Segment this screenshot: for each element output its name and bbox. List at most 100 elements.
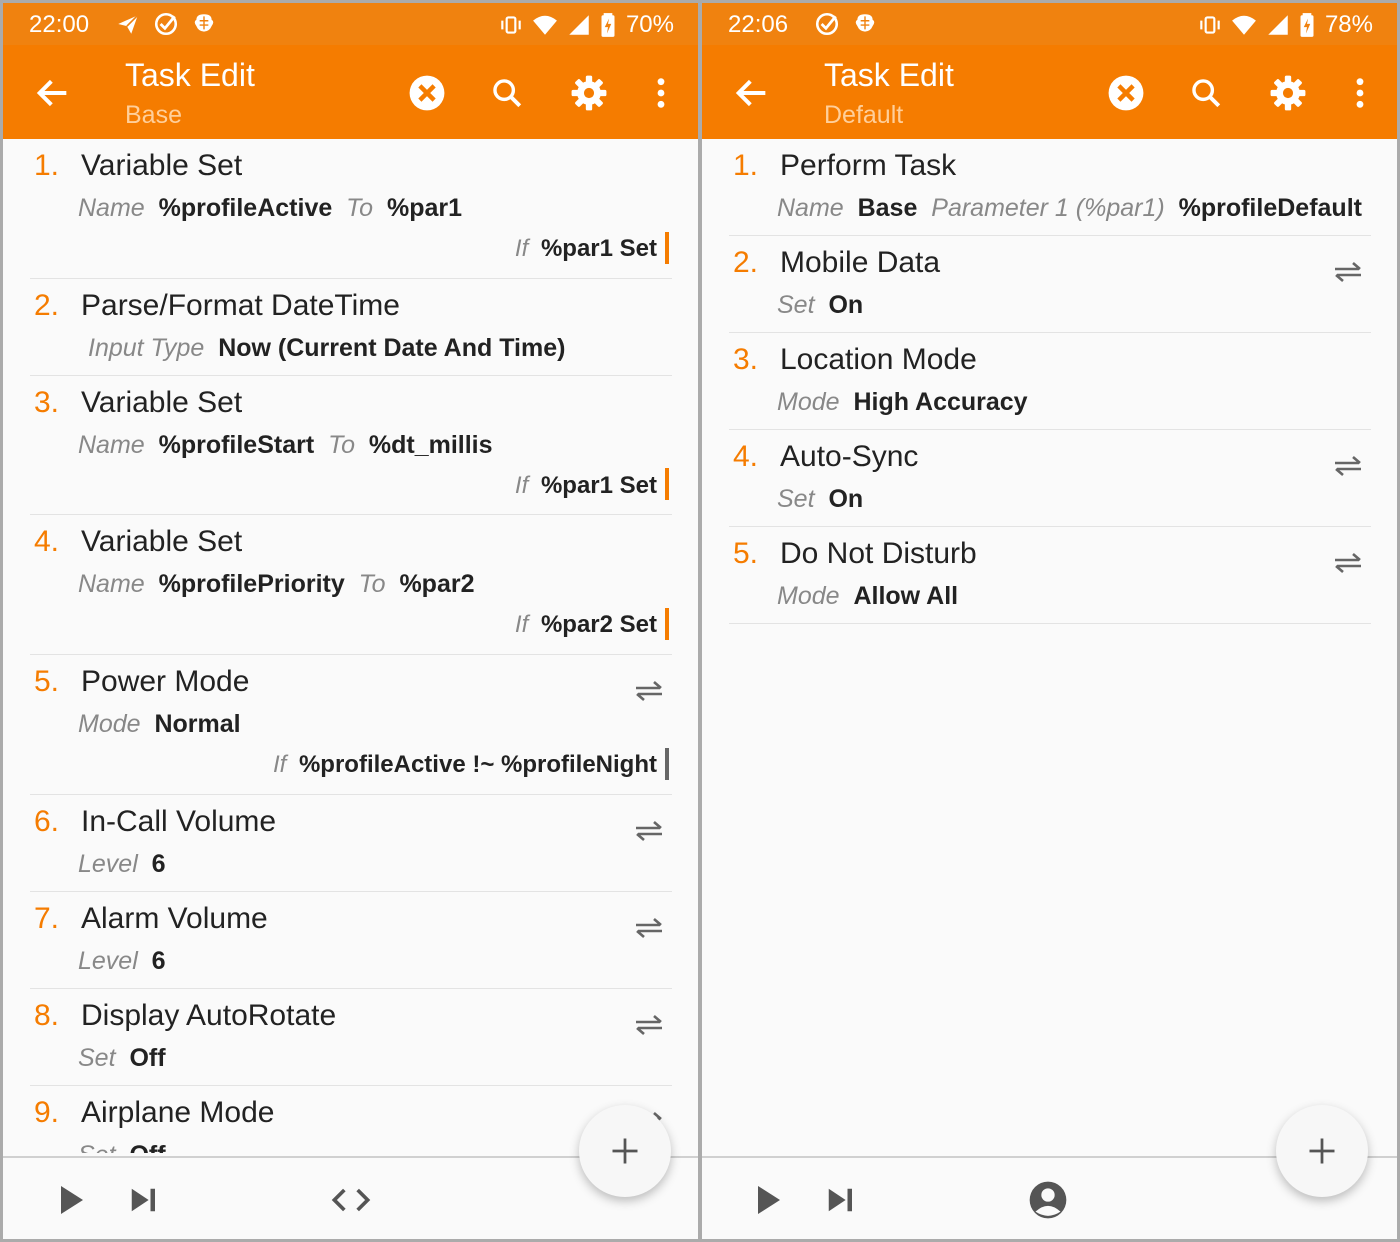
code-button[interactable] bbox=[331, 1180, 371, 1220]
action-number: 6. bbox=[34, 804, 60, 838]
action-item[interactable]: 3. Location Mode Mode High Accuracy bbox=[729, 333, 1371, 430]
add-action-button[interactable] bbox=[1276, 1105, 1368, 1197]
more-vert-icon bbox=[1356, 78, 1364, 108]
step-button[interactable] bbox=[820, 1180, 860, 1220]
action-name: Parse/Format DateTime bbox=[81, 288, 400, 322]
action-number: 9. bbox=[34, 1095, 60, 1129]
action-item[interactable]: 3. Variable Set Name %profileStart To %d… bbox=[30, 376, 672, 516]
action-params: Set Off bbox=[78, 1043, 672, 1073]
if-label: If bbox=[514, 471, 529, 499]
param-key: To bbox=[346, 194, 374, 222]
page-subtitle: Default bbox=[824, 101, 904, 129]
add-action-button[interactable] bbox=[579, 1105, 671, 1197]
swap-icon[interactable] bbox=[1333, 551, 1363, 575]
app-bar: Task Edit Base bbox=[3, 45, 698, 139]
swap-icon[interactable] bbox=[634, 679, 664, 703]
left-screen: 22:00 70% Task Edit Base 1. Variable Set… bbox=[3, 3, 698, 1239]
run-button[interactable] bbox=[748, 1180, 788, 1220]
param-key: To bbox=[358, 570, 386, 599]
action-number: 4. bbox=[34, 525, 60, 559]
wifi-icon bbox=[533, 15, 557, 35]
param-value: %par1 bbox=[386, 194, 463, 222]
param-value: %profileStart bbox=[158, 430, 315, 459]
action-number: 1. bbox=[733, 149, 759, 182]
action-item[interactable]: 2. Parse/Format DateTime Input Type Now … bbox=[30, 279, 672, 376]
back-arrow-icon[interactable] bbox=[732, 73, 772, 113]
status-time: 22:00 bbox=[29, 11, 90, 38]
param-key: Level bbox=[78, 946, 138, 975]
action-params: Set On bbox=[777, 290, 1371, 320]
right-screen: 22:06 78% Task Edit Default 1. Perform T… bbox=[702, 3, 1397, 1239]
action-item[interactable]: 9. Airplane Mode Set Off bbox=[30, 1086, 672, 1153]
search-button[interactable] bbox=[1184, 71, 1228, 115]
param-key: To bbox=[328, 430, 355, 459]
swap-icon[interactable] bbox=[634, 1013, 664, 1037]
condition-text: %profileActive !~ %profileNight bbox=[298, 750, 657, 778]
action-condition: If %profileActive !~ %profileNight bbox=[30, 747, 669, 782]
cancel-button[interactable] bbox=[1104, 71, 1148, 115]
param-value: %dt_millis bbox=[368, 430, 493, 459]
brain-icon bbox=[855, 14, 875, 32]
action-name: Display AutoRotate bbox=[81, 998, 337, 1032]
action-name: Variable Set bbox=[81, 525, 243, 559]
if-label: If bbox=[272, 750, 287, 778]
search-button[interactable] bbox=[485, 71, 529, 115]
swap-icon[interactable] bbox=[634, 819, 664, 843]
close-circle-icon bbox=[1108, 75, 1144, 111]
settings-button[interactable] bbox=[1266, 71, 1310, 115]
param-key: Set bbox=[777, 291, 815, 319]
action-number: 3. bbox=[34, 385, 60, 419]
action-number: 8. bbox=[34, 998, 60, 1032]
action-number: 3. bbox=[733, 343, 759, 376]
action-name: Mobile Data bbox=[780, 246, 941, 279]
action-item[interactable]: 1. Variable Set Name %profileActive To %… bbox=[30, 139, 672, 279]
action-item[interactable]: 5. Do Not Disturb Mode Allow All bbox=[729, 527, 1371, 624]
signal-icon bbox=[569, 15, 589, 35]
status-bar: 22:00 70% bbox=[3, 3, 698, 45]
step-button[interactable] bbox=[123, 1180, 163, 1220]
param-value: %par2 bbox=[399, 570, 475, 599]
run-button[interactable] bbox=[51, 1180, 91, 1220]
cancel-button[interactable] bbox=[405, 71, 449, 115]
action-params: Name %profileStart To %dt_millis bbox=[78, 430, 672, 460]
param-key: Name bbox=[78, 194, 145, 222]
action-number: 5. bbox=[733, 537, 759, 570]
page-subtitle: Base bbox=[125, 101, 182, 129]
param-key: Set bbox=[777, 485, 815, 513]
condition-bar bbox=[665, 468, 669, 501]
if-label: If bbox=[514, 235, 529, 262]
action-item[interactable]: 8. Display AutoRotate Set Off bbox=[30, 989, 672, 1086]
check-circle-icon bbox=[154, 12, 178, 36]
action-item[interactable]: 4. Variable Set Name %profilePriority To… bbox=[30, 515, 672, 655]
swap-icon[interactable] bbox=[1333, 454, 1363, 478]
swap-icon[interactable] bbox=[634, 916, 664, 940]
search-icon bbox=[1192, 79, 1221, 108]
swap-icon[interactable] bbox=[1333, 260, 1363, 284]
back-arrow-icon[interactable] bbox=[33, 73, 73, 113]
overflow-menu-button[interactable] bbox=[1338, 71, 1382, 115]
param-value: Off bbox=[129, 1141, 165, 1153]
step-icon bbox=[131, 1188, 155, 1212]
action-params: Mode Allow All bbox=[777, 581, 1371, 611]
condition-bar bbox=[665, 747, 669, 780]
action-item[interactable]: 1. Perform Task Name Base Parameter 1 (%… bbox=[729, 139, 1371, 236]
signal-icon bbox=[1268, 15, 1288, 35]
wifi-icon bbox=[1232, 15, 1256, 35]
action-params: Set On bbox=[777, 484, 1371, 514]
gear-icon bbox=[571, 75, 607, 111]
action-item[interactable]: 7. Alarm Volume Level 6 bbox=[30, 892, 672, 989]
param-key: Set bbox=[78, 1043, 116, 1072]
action-condition: If %par1 Set bbox=[30, 468, 669, 503]
settings-button[interactable] bbox=[567, 71, 611, 115]
account-button[interactable] bbox=[1028, 1180, 1068, 1220]
action-number: 5. bbox=[34, 664, 60, 698]
action-item[interactable]: 6. In-Call Volume Level 6 bbox=[30, 795, 672, 892]
overflow-menu-button[interactable] bbox=[639, 71, 683, 115]
condition-text: %par1 Set bbox=[540, 235, 657, 262]
action-item[interactable]: 4. Auto-Sync Set On bbox=[729, 430, 1371, 527]
action-item[interactable]: 2. Mobile Data Set On bbox=[729, 236, 1371, 333]
search-icon bbox=[493, 79, 522, 108]
action-item[interactable]: 5. Power Mode Mode Normal If %profileAct… bbox=[30, 655, 672, 795]
vibrate-icon bbox=[501, 16, 521, 34]
battery-percent: 78% bbox=[1324, 11, 1373, 38]
